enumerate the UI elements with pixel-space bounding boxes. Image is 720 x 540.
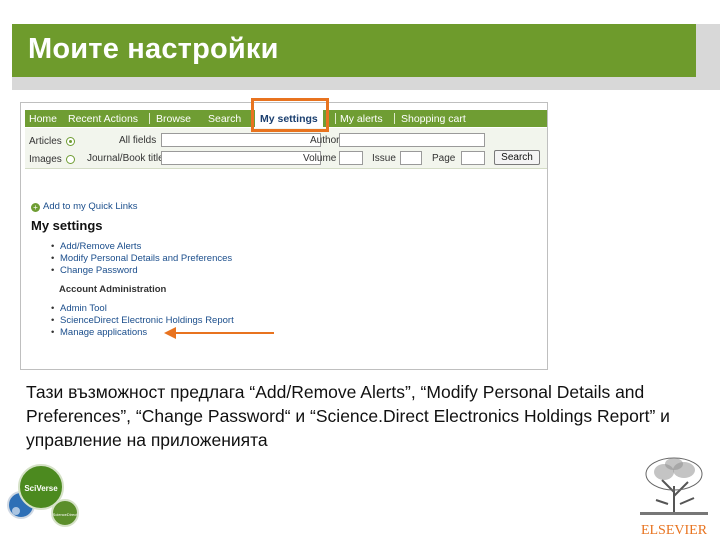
- sciverse-logo: SciVerse ScienceDirect: [7, 464, 79, 527]
- link-add-remove-alerts[interactable]: Add/Remove Alerts: [51, 241, 141, 252]
- page-input[interactable]: [461, 151, 485, 165]
- slide-description: Тази възможност предлага “Add/Remove Ale…: [26, 382, 670, 450]
- link-modify-personal-details[interactable]: Modify Personal Details and Preferences: [51, 253, 232, 264]
- nav-separator: [335, 113, 336, 124]
- link-holdings-report[interactable]: ScienceDirect Electronic Holdings Report: [51, 315, 234, 326]
- tab-recent-actions[interactable]: Recent Actions: [68, 110, 138, 127]
- settings-screenshot: Home Recent Actions Browse Search My set…: [20, 102, 548, 370]
- tab-shopping-cart[interactable]: Shopping cart: [401, 110, 466, 127]
- journal-label: Journal/Book title: [87, 153, 164, 164]
- nav-separator: [394, 113, 395, 124]
- volume-input[interactable]: [339, 151, 363, 165]
- journal-input[interactable]: [161, 151, 321, 165]
- images-label: Images: [29, 154, 62, 165]
- add-quick-link-label: Add to my Quick Links: [43, 201, 138, 212]
- elsevier-wordmark: ELSEVIER: [641, 523, 708, 538]
- tab-search[interactable]: Search: [208, 110, 241, 127]
- issue-label: Issue: [372, 153, 396, 164]
- add-quick-link[interactable]: + Add to my Quick Links: [31, 201, 138, 212]
- elsevier-logo: ELSEVIER: [636, 454, 712, 538]
- search-button[interactable]: Search: [494, 150, 540, 165]
- page-label: Page: [432, 153, 456, 164]
- author-input[interactable]: [339, 133, 485, 147]
- slide-title: Моите настройки: [28, 33, 279, 65]
- plus-icon: +: [31, 203, 40, 212]
- my-settings-highlight-box: [251, 98, 329, 132]
- sciverse-logo-text: SciVerse: [24, 484, 58, 493]
- articles-radio[interactable]: [66, 137, 75, 146]
- pointer-arrow-icon: [164, 327, 274, 339]
- link-manage-applications[interactable]: Manage applications: [51, 327, 147, 338]
- link-change-password[interactable]: Change Password: [51, 265, 138, 276]
- issue-input[interactable]: [400, 151, 422, 165]
- all-fields-input[interactable]: [161, 133, 321, 147]
- link-admin-tool[interactable]: Admin Tool: [51, 303, 107, 314]
- articles-label: Articles: [29, 136, 62, 147]
- tab-home[interactable]: Home: [29, 110, 57, 127]
- author-label: Author: [310, 135, 340, 146]
- volume-label: Volume: [303, 153, 337, 164]
- tab-my-alerts[interactable]: My alerts: [340, 110, 383, 127]
- all-fields-label: All fields: [119, 135, 157, 146]
- account-administration-heading: Account Administration: [59, 284, 167, 295]
- my-settings-heading: My settings: [31, 218, 103, 233]
- tab-browse[interactable]: Browse: [156, 110, 191, 127]
- images-radio[interactable]: [66, 155, 75, 164]
- sciencedirect-logo-text: ScienceDirect: [53, 512, 79, 517]
- nav-separator: [149, 113, 150, 124]
